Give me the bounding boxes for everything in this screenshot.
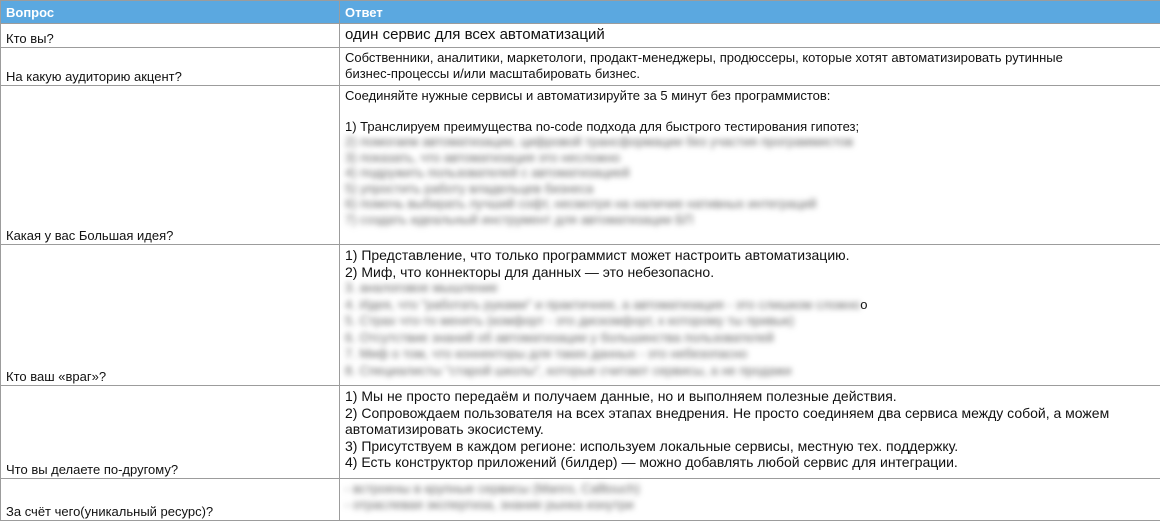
table-row: Какая у вас Большая идея? Соединяйте нуж… (0, 85, 1160, 245)
question-cell: Кто ваш «враг»? (0, 244, 340, 386)
blurred-line: 6. Отсутствие знаний об автоматизации у … (345, 329, 774, 345)
answer-cell: один сервис для всех автоматизаций (339, 23, 1160, 48)
question-cell: Какая у вас Большая идея? (0, 85, 340, 245)
blurred-line: - встроены в крупные сервисы (Manго, Cal… (345, 481, 640, 496)
blurred-line: 3. аналоговое мышление (345, 280, 498, 295)
table-header-row: Вопрос Ответ (0, 0, 1160, 24)
answer-line: Соединяйте нужные сервисы и автоматизиру… (345, 88, 831, 103)
blurred-line: 4. Идея, что "работать руками" и практич… (345, 296, 861, 312)
answer-line: бизнес-процессы и/или масштабировать биз… (345, 65, 641, 81)
answer-line: 3) Присутствуем в каждом регионе: исполь… (345, 437, 959, 454)
blurred-line: 7) создать идеальный инструмент для авто… (345, 211, 694, 227)
answer-cell: 1) Мы не просто передаём и получаем данн… (339, 385, 1160, 479)
answer-cell: - встроены в крупные сервисы (Manго, Cal… (339, 478, 1160, 521)
answer-cell: Собственники, аналитики, маркетологи, пр… (339, 47, 1160, 86)
blurred-line: 7. Миф о том, что коннекторы для таких д… (345, 346, 748, 361)
blurred-line: 8. Специалисты "старой школы", которые с… (345, 362, 792, 378)
answer-cell: 1) Представление, что только программист… (339, 244, 1160, 386)
table-row: Кто ваш «враг»? 1) Представление, что то… (0, 244, 1160, 386)
blurred-line: 3) показать, что автоматизация это несло… (345, 149, 621, 165)
answer-line: 2) Миф, что коннекторы для данных — это … (345, 263, 715, 280)
question-cell: На какую аудиторию акцент? (0, 47, 340, 86)
blurred-line: - отраслевая экспертиза, знание рынка из… (345, 496, 634, 512)
answer-line: один сервис для всех автоматизаций (345, 26, 605, 43)
answer-line: Собственники, аналитики, маркетологи, пр… (345, 50, 1063, 65)
table-row: На какую аудиторию акцент? Собственники,… (0, 47, 1160, 86)
blurred-line: 2) помогаем автоматизации, цифровой тран… (345, 134, 854, 149)
qa-table: Вопрос Ответ Кто вы? один сервис для все… (0, 0, 1160, 521)
table-row: Что вы делаете по-другому? 1) Мы не прос… (0, 385, 1160, 479)
answer-cell: Соединяйте нужные сервисы и автоматизиру… (339, 85, 1160, 245)
column-header-question: Вопрос (0, 0, 340, 24)
answer-line: 4) Есть конструктор приложений (билдер) … (345, 454, 958, 470)
question-cell: Что вы делаете по-другому? (0, 385, 340, 479)
column-header-answer: Ответ (339, 0, 1160, 24)
blurred-line: 5. Страх что-то менять (комфорт - это ди… (345, 313, 795, 328)
stray-char: o (860, 296, 868, 312)
blurred-line: 5) упростить работу владельцев бизнеса (345, 180, 594, 196)
answer-line: 1) Представление, что только программист… (345, 247, 850, 263)
answer-line: 1) Транслируем преимущества no-code подх… (345, 118, 860, 134)
table-row: За счёт чего(уникальный ресурс)? - встро… (0, 478, 1160, 521)
table-row: Кто вы? один сервис для всех автоматизац… (0, 23, 1160, 48)
answer-line: автоматизировать экосистему. (345, 421, 544, 437)
question-cell: За счёт чего(уникальный ресурс)? (0, 478, 340, 521)
answer-line: 1) Мы не просто передаём и получаем данн… (345, 388, 897, 404)
blurred-line: 4) подружить пользователей с автоматизац… (345, 165, 630, 180)
answer-line: 2) Сопровождаем пользователя на всех эта… (345, 404, 1110, 421)
blurred-line: 6) помочь выбирать лучший софт, несмотря… (345, 196, 817, 211)
question-cell: Кто вы? (0, 23, 340, 48)
